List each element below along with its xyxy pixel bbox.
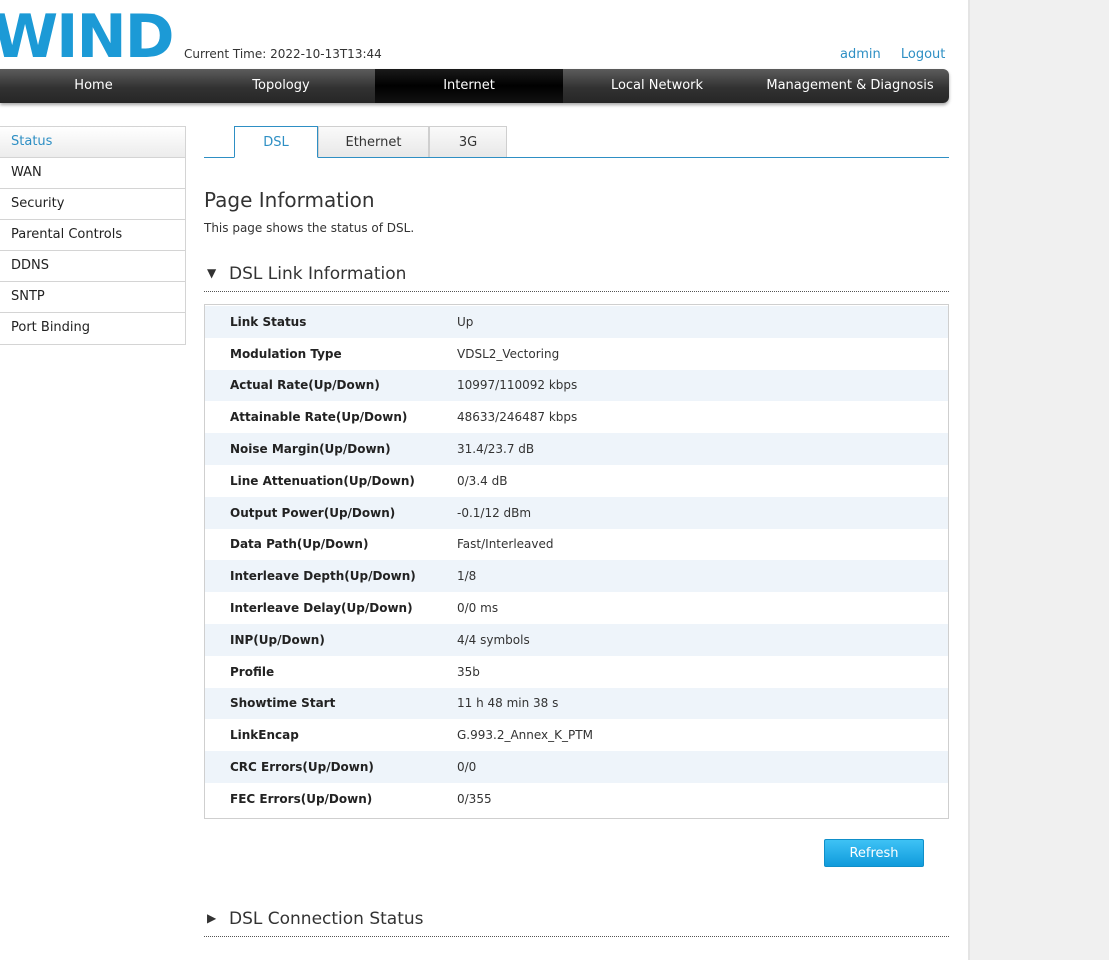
- table-row: FEC Errors(Up/Down) 0/355: [205, 783, 948, 815]
- row-value: 4/4 symbols: [457, 632, 530, 647]
- user-links: admin Logout: [840, 47, 945, 62]
- table-row: INP(Up/Down) 4/4 symbols: [205, 623, 948, 656]
- row-value: 48633/246487 kbps: [457, 410, 578, 425]
- router-page: WIND Current Time: 2022-10-13T13:44 admi…: [0, 0, 968, 960]
- page-edge: [968, 0, 970, 960]
- main-nav: Home Topology Internet Local Network Man…: [0, 69, 949, 103]
- row-label: Interleave Delay(Up/Down): [230, 601, 413, 616]
- table-row: Interleave Delay(Up/Down) 0/0 ms: [205, 592, 948, 624]
- sidebar-item-wan[interactable]: WAN: [0, 158, 185, 189]
- row-label: LinkEncap: [230, 728, 299, 743]
- nav-management-diagnosis[interactable]: Management & Diagnosis: [751, 69, 949, 103]
- current-time: Current Time: 2022-10-13T13:44: [184, 47, 382, 61]
- dsl-link-info-table: Link Status Up Modulation Type VDSL2_Vecto…: [204, 304, 949, 819]
- row-value: -0.1/12 dBm: [457, 505, 532, 520]
- nav-local-network[interactable]: Local Network: [563, 69, 751, 103]
- row-label: Output Power(Up/Down): [230, 505, 396, 520]
- wind-logo: WIND: [0, 2, 175, 72]
- row-label: Line Attenuation(Up/Down): [230, 473, 415, 488]
- logout-link[interactable]: Logout: [901, 47, 946, 62]
- row-value: 35b: [457, 664, 480, 679]
- row-label: INP(Up/Down): [230, 632, 325, 647]
- row-label: Interleave Depth(Up/Down): [230, 569, 416, 584]
- table-row: Showtime Start 11 h 48 min 38 s: [205, 687, 948, 720]
- row-label: Actual Rate(Up/Down): [230, 378, 380, 393]
- row-value: G.993.2_Annex_K_PTM: [457, 728, 593, 743]
- row-value: 0/3.4 dB: [457, 473, 508, 488]
- table-row: Attainable Rate(Up/Down) 48633/246487 kbp…: [205, 401, 948, 433]
- row-label: CRC Errors(Up/Down): [230, 760, 374, 775]
- tab-3g[interactable]: 3G: [429, 126, 507, 157]
- dsl-connection-status-header[interactable]: ▶ DSL Connection Status: [204, 909, 949, 937]
- sidebar-item-status[interactable]: Status: [0, 127, 185, 158]
- sidebar: Status WAN Security Parental Controls DD…: [0, 126, 186, 345]
- table-row: Actual Rate(Up/Down) 10997/110092 kbps: [205, 369, 948, 402]
- sidebar-item-sntp[interactable]: SNTP: [0, 282, 185, 313]
- row-label: Data Path(Up/Down): [230, 537, 369, 552]
- table-row: Link Status Up: [205, 306, 948, 338]
- row-value: 0/0: [457, 760, 477, 775]
- table-row: Modulation Type VDSL2_Vectoring: [205, 338, 948, 370]
- row-value: 0/0 ms: [457, 601, 499, 616]
- table-row: CRC Errors(Up/Down) 0/0: [205, 751, 948, 783]
- table-row: Data Path(Up/Down) Fast/Interleaved: [205, 529, 948, 561]
- table-row: Interleave Depth(Up/Down) 1/8: [205, 560, 948, 593]
- row-label: Modulation Type: [230, 346, 342, 361]
- row-label: Link Status: [230, 314, 307, 329]
- sidebar-item-ddns[interactable]: DDNS: [0, 251, 185, 282]
- row-label: Showtime Start: [230, 696, 336, 711]
- row-value: Fast/Interleaved: [457, 537, 554, 552]
- row-label: Attainable Rate(Up/Down): [230, 410, 408, 425]
- refresh-button[interactable]: Refresh: [824, 839, 924, 867]
- nav-topology[interactable]: Topology: [187, 69, 375, 103]
- row-value: 10997/110092 kbps: [457, 378, 578, 393]
- row-label: Profile: [230, 664, 275, 679]
- row-label: Noise Margin(Up/Down): [230, 442, 391, 457]
- row-value: 31.4/23.7 dB: [457, 442, 535, 457]
- tab-dsl[interactable]: DSL: [234, 126, 318, 158]
- section-title: DSL Link Information: [229, 264, 407, 284]
- page-title: Page Information: [204, 188, 375, 212]
- section-title: DSL Connection Status: [229, 909, 424, 929]
- table-row: LinkEncap G.993.2_Annex_K_PTM: [205, 719, 948, 751]
- table-row: Noise Margin(Up/Down) 31.4/23.7 dB: [205, 433, 948, 465]
- dsl-link-info-header[interactable]: ▼ DSL Link Information: [204, 264, 949, 292]
- table-row: Output Power(Up/Down) -0.1/12 dBm: [205, 496, 948, 529]
- nav-home[interactable]: Home: [0, 69, 187, 103]
- triangle-right-icon: ▶: [207, 911, 217, 925]
- admin-link[interactable]: admin: [840, 47, 881, 62]
- row-value: VDSL2_Vectoring: [457, 346, 560, 361]
- page-description: This page shows the status of DSL.: [204, 221, 415, 235]
- row-value: 1/8: [457, 569, 477, 584]
- triangle-down-icon: ▼: [207, 266, 217, 280]
- sidebar-item-parental-controls[interactable]: Parental Controls: [0, 220, 185, 251]
- row-value: 0/355: [457, 791, 492, 806]
- table-row: Line Attenuation(Up/Down) 0/3.4 dB: [205, 465, 948, 497]
- row-value: 11 h 48 min 38 s: [457, 696, 559, 711]
- table-row: Profile 35b: [205, 656, 948, 688]
- row-value: Up: [457, 314, 474, 329]
- row-label: FEC Errors(Up/Down): [230, 791, 373, 806]
- sidebar-item-port-binding[interactable]: Port Binding: [0, 313, 185, 344]
- sidebar-item-security[interactable]: Security: [0, 189, 185, 220]
- tab-bar: DSL Ethernet 3G: [204, 126, 949, 158]
- tab-ethernet[interactable]: Ethernet: [318, 126, 429, 157]
- nav-internet[interactable]: Internet: [375, 69, 563, 103]
